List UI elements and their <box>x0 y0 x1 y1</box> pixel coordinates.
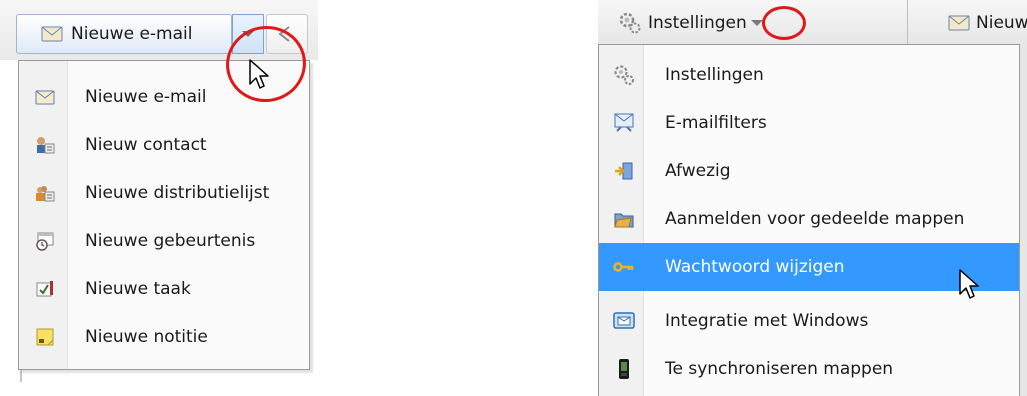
menu-item-label: Nieuwe notitie <box>85 327 208 347</box>
settings-toolbar-button[interactable]: Instellingen <box>604 8 763 38</box>
menu-item-label: E-mailfilters <box>665 113 767 133</box>
menu-item-label: Nieuwe taak <box>85 279 191 299</box>
left-panel-edge-bottom <box>20 370 22 382</box>
contact-card-icon <box>37 137 55 154</box>
menu-item-label: Nieuwe distributielijst <box>85 183 270 203</box>
new-email-toolbar-button[interactable]: Nieuw <box>948 8 1027 38</box>
shared-folder-icon <box>614 213 634 228</box>
menu-item-label: Wachtwoord wijzigen <box>665 257 845 277</box>
menu-item-change-password[interactable]: Wachtwoord wijzigen <box>599 243 1019 291</box>
gear-icon <box>614 65 634 85</box>
menu-item-label: Instellingen <box>665 65 764 85</box>
menu-item-windows-integration[interactable]: Integratie met Windows <box>599 297 1019 345</box>
out-of-office-icon <box>615 162 633 180</box>
envelope-icon <box>948 15 970 31</box>
menu-item-new-note[interactable]: Nieuwe notitie <box>19 317 309 357</box>
menu-item-new-distribution-list[interactable]: Nieuwe distributielijst <box>19 173 309 213</box>
menu-item-new-contact[interactable]: Nieuw contact <box>19 125 309 165</box>
menu-item-new-task[interactable]: Nieuwe taak <box>19 269 309 309</box>
mail-filter-icon <box>614 113 634 132</box>
menu-item-settings[interactable]: Instellingen <box>599 51 1019 99</box>
menu-item-sync-folders[interactable]: Te synchroniseren mappen <box>599 345 1019 393</box>
new-email-button[interactable]: Nieuwe e-mail <box>16 14 232 54</box>
toolbar-separator <box>907 0 908 44</box>
distribution-list-icon <box>36 186 55 202</box>
note-icon <box>36 328 54 346</box>
menu-item-label: Nieuwe gebeurtenis <box>85 231 256 251</box>
menu-item-out-of-office[interactable]: Afwezig <box>599 147 1019 195</box>
gear-icon <box>619 12 641 34</box>
menu-item-label: Nieuwe e-mail <box>85 87 207 107</box>
new-item-dropdown-menu: Nieuwe e-mail Nieuw contact Nieuwe distr… <box>18 60 310 370</box>
menu-item-mail-filters[interactable]: E-mailfilters <box>599 99 1019 147</box>
menu-item-new-event[interactable]: Nieuwe gebeurtenis <box>19 221 309 261</box>
menu-item-label: Aanmelden voor gedeelde mappen <box>665 209 965 229</box>
envelope-icon <box>35 90 55 105</box>
phone-sync-icon <box>619 359 629 379</box>
menu-item-label: Nieuw contact <box>85 135 207 155</box>
task-icon <box>36 281 53 297</box>
new-email-toolbar-button-label: Nieuw <box>976 13 1027 33</box>
new-email-button-label: Nieuwe e-mail <box>71 24 193 44</box>
chevron-down-icon <box>750 20 763 26</box>
menu-item-label: Te synchroniseren mappen <box>665 359 894 379</box>
mouse-cursor-icon <box>959 269 979 299</box>
windows-integration-icon <box>613 312 635 329</box>
menu-item-shared-folders[interactable]: Aanmelden voor gedeelde mappen <box>599 195 1019 243</box>
menu-item-label: Integratie met Windows <box>665 311 869 331</box>
key-icon <box>613 262 634 272</box>
settings-dropdown-menu: Instellingen E-mailfilters Afwezig Aanme… <box>598 44 1020 396</box>
settings-toolbar-button-label: Instellingen <box>648 13 747 33</box>
envelope-icon <box>41 26 63 42</box>
menu-item-label: Afwezig <box>665 161 731 181</box>
calendar-event-icon <box>36 232 54 251</box>
annotation-circle <box>762 6 806 40</box>
